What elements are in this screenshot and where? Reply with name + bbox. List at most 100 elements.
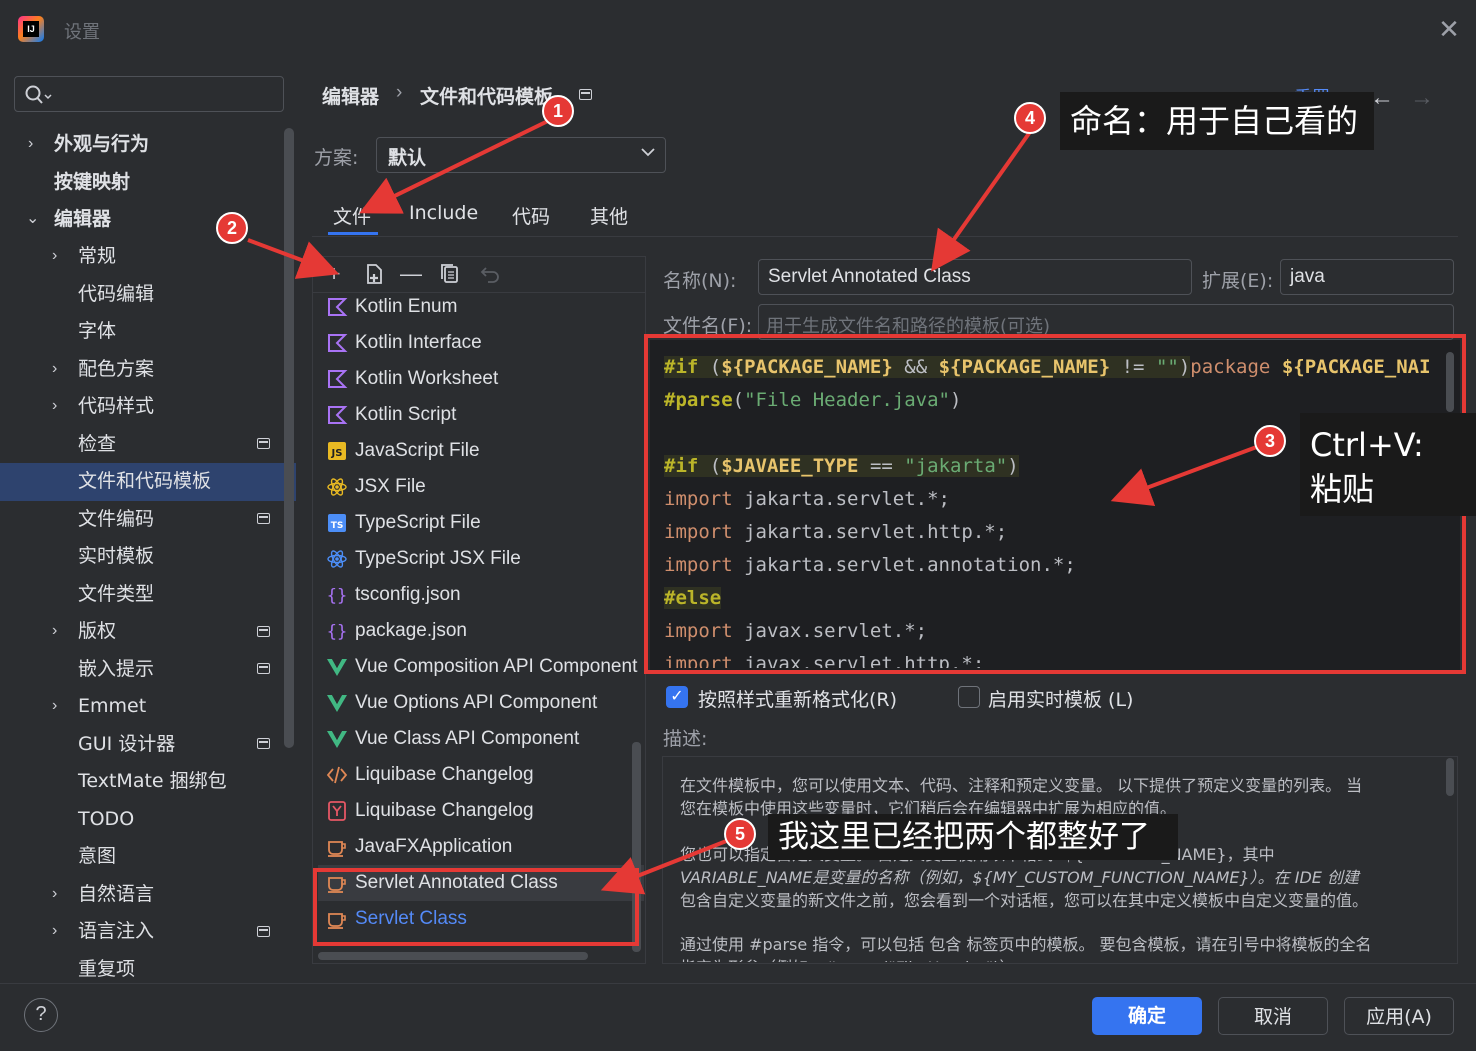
description-text: 在文件模板中，您可以使用文本、代码、注释和预定义变量。 以下提供了预定义变量的列… (680, 776, 1363, 795)
ok-button[interactable]: 确定 (1092, 997, 1202, 1035)
list-item[interactable]: Liquibase Changelog (318, 757, 644, 793)
vue-icon (327, 695, 347, 712)
nav-item-todo[interactable]: TODO (78, 801, 134, 837)
list-item[interactable]: JavaFXApplication (318, 829, 644, 865)
description-text: 包含自定义变量的新文件之前，您会看到一个对话框，您可以在其中定义模板中自定义变量… (680, 891, 1369, 910)
undo-icon[interactable] (478, 262, 502, 286)
nav-item-live-templates[interactable]: 实时模板 (78, 538, 154, 574)
nav-item-font[interactable]: 字体 (78, 313, 116, 349)
tab-other[interactable]: 其他 (590, 202, 628, 229)
chevron-right-icon[interactable]: › (52, 697, 57, 715)
list-item-label: TypeScript JSX File (355, 548, 521, 569)
add-icon[interactable]: + (322, 262, 346, 286)
list-item[interactable]: Kotlin Script (318, 397, 644, 433)
annotation-badge-2: 2 (216, 212, 248, 244)
list-item[interactable]: Kotlin Interface (318, 325, 644, 361)
close-icon[interactable]: ✕ (1436, 16, 1462, 42)
apply-button[interactable]: 应用(A) (1344, 997, 1454, 1035)
nav-item-textmate[interactable]: TextMate 捆绑包 (78, 763, 227, 799)
tab-files[interactable]: 文件 (333, 202, 371, 229)
nav-item-file-encodings[interactable]: 文件编码 (78, 501, 154, 537)
chevron-right-icon[interactable]: › (52, 922, 57, 940)
list-item[interactable]: TypeScript JSX File (318, 541, 644, 577)
list-item[interactable]: Vue Options API Component (318, 685, 644, 721)
chevron-right-icon[interactable]: › (52, 622, 57, 640)
list-item[interactable]: TS TypeScript File (318, 505, 644, 541)
chevron-right-icon[interactable]: › (52, 397, 57, 415)
list-item-label: TypeScript File (355, 512, 481, 533)
create-child-template-icon[interactable] (362, 262, 386, 286)
nav-item-file-types[interactable]: 文件类型 (78, 576, 154, 612)
list-item[interactable]: {} tsconfig.json (318, 577, 644, 613)
tabs-divider (312, 236, 1458, 237)
list-item-label: Vue Options API Component (355, 692, 598, 713)
list-item[interactable]: Kotlin Enum (318, 289, 644, 325)
forward-arrow-icon[interactable]: → (1410, 84, 1434, 112)
svg-text:{}: {} (327, 622, 347, 642)
chevron-right-icon[interactable]: › (52, 885, 57, 903)
chevron-down-icon[interactable]: ⌄ (26, 208, 39, 228)
nav-item-keymap[interactable]: 按键映射 (54, 164, 130, 200)
list-item-label: package.json (355, 620, 467, 641)
name-label: 名称(N): (663, 270, 737, 292)
list-item-label: Kotlin Interface (355, 332, 482, 353)
list-item-label: tsconfig.json (355, 584, 461, 605)
search-input[interactable] (14, 76, 284, 112)
chevron-right-icon[interactable]: › (28, 135, 33, 153)
react-icon (327, 550, 347, 568)
nav-item-appearance[interactable]: 外观与行为 (54, 126, 149, 162)
nav-item-code-editing[interactable]: 代码编辑 (78, 276, 154, 312)
nav-item-code-style[interactable]: 代码样式 (78, 388, 154, 424)
chevron-right-icon[interactable]: › (52, 247, 57, 265)
chevron-down-icon (641, 148, 655, 157)
list-item-label: Vue Class API Component (355, 728, 580, 749)
description-scrollbar[interactable] (1446, 758, 1454, 796)
list-item-label: Kotlin Enum (355, 296, 458, 317)
typescript-icon: TS (328, 514, 346, 532)
nav-item-language-injections[interactable]: 语言注入 (78, 913, 154, 949)
callout-text: 粘贴 (1310, 470, 1375, 508)
annotation-box-servlets (313, 868, 639, 946)
nav-item-file-templates[interactable]: 文件和代码模板 (78, 463, 211, 499)
nav-item-emmet[interactable]: Emmet (78, 688, 146, 724)
copy-icon[interactable] (438, 262, 462, 286)
list-item[interactable]: {} package.json (318, 613, 644, 649)
title-bar (0, 0, 1476, 58)
live-templates-label[interactable]: 启用实时模板 (L) (988, 685, 1133, 712)
list-item[interactable]: Vue Composition API Component (318, 649, 644, 685)
nav-item-inlay-hints[interactable]: 嵌入提示 (78, 651, 154, 687)
breadcrumb-editor[interactable]: 编辑器 (322, 82, 379, 109)
chevron-right-icon[interactable]: › (52, 360, 57, 378)
nav-item-natural-languages[interactable]: 自然语言 (78, 876, 154, 912)
svg-text:{}: {} (327, 586, 347, 606)
remove-icon[interactable]: — (399, 262, 423, 286)
tab-code[interactable]: 代码 (512, 202, 550, 229)
nav-item-gui-designer[interactable]: GUI 设计器 (78, 726, 175, 762)
list-item[interactable]: Kotlin Worksheet (318, 361, 644, 397)
nav-item-general[interactable]: 常规 (78, 238, 116, 274)
nav-item-color-scheme[interactable]: 配色方案 (78, 351, 154, 387)
reformat-label[interactable]: 按照样式重新格式化(R) (698, 685, 897, 712)
nav-scrollbar[interactable] (284, 128, 294, 748)
nav-item-duplicates[interactable]: 重复项 (78, 951, 135, 987)
kotlin-icon (328, 298, 348, 316)
description-text: VARIABLE_NAME是变量的名称（例如，${MY_CUSTOM_FUNCT… (680, 868, 1360, 887)
cancel-button[interactable]: 取消 (1218, 997, 1328, 1035)
list-item[interactable]: Liquibase Changelog (318, 793, 644, 829)
nav-item-copyright[interactable]: 版权 (78, 613, 116, 649)
list-item-label: JavaScript File (355, 440, 480, 461)
list-horizontal-scrollbar[interactable] (318, 952, 588, 960)
help-button[interactable]: ? (24, 998, 58, 1032)
list-item[interactable]: JS JavaScript File (318, 433, 644, 469)
tab-includes[interactable]: Include (409, 202, 478, 224)
nav-item-editor[interactable]: 编辑器 (54, 201, 111, 237)
list-item[interactable]: Vue Class API Component (318, 721, 644, 757)
list-item[interactable]: JSX File (318, 469, 644, 505)
list-item-label: JSX File (355, 476, 426, 497)
extension-label: 扩展(E): (1202, 270, 1274, 292)
live-templates-checkbox[interactable] (958, 686, 980, 708)
nav-item-inspections[interactable]: 检查 (78, 426, 116, 462)
project-scope-icon (257, 513, 270, 524)
reformat-checkbox[interactable]: ✓ (666, 686, 688, 708)
nav-item-intentions[interactable]: 意图 (78, 838, 116, 874)
